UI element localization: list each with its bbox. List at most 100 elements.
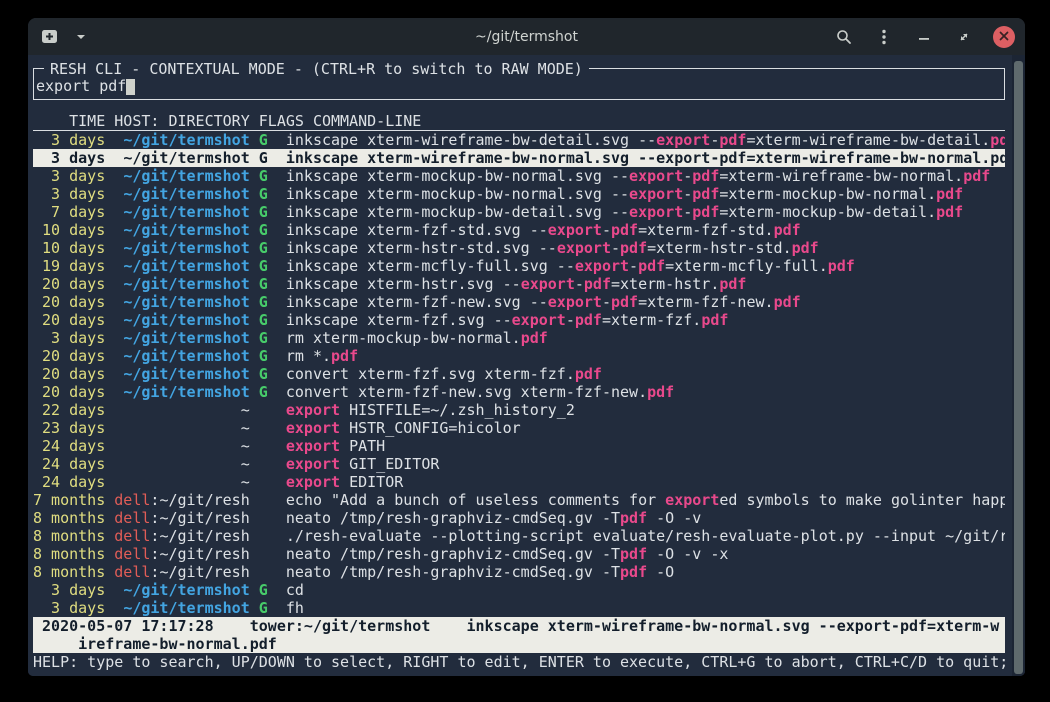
row-command-segment: HISTFILE=~/.zsh_history_2 — [340, 401, 575, 419]
row-directory: ~/git/termshot — [123, 347, 249, 365]
history-row[interactable]: 7 months dell:~/git/resh echo "Add a bun… — [33, 491, 1005, 509]
row-time: 7 days — [33, 203, 105, 221]
row-command-segment: export — [548, 293, 602, 311]
history-row[interactable]: 8 months dell:~/git/resh neato /tmp/resh… — [33, 545, 1005, 563]
history-row[interactable]: 3 days ~/git/termshot G inkscape xterm-w… — [33, 131, 1005, 149]
scrollbar-thumb[interactable] — [1014, 61, 1023, 674]
search-panel-title: RESH CLI - CONTEXTUAL MODE - (CTRL+R to … — [44, 60, 589, 78]
history-row[interactable]: 8 months dell:~/git/resh neato /tmp/resh… — [33, 563, 1005, 581]
table-header: TIME HOST: DIRECTORY FLAGS COMMAND-LINE — [33, 112, 1005, 131]
terminal-screen[interactable]: RESH CLI - CONTEXTUAL MODE - (CTRL+R to … — [28, 55, 1025, 676]
row-command-segment: HSTR_CONFIG=hicolor — [340, 419, 521, 437]
text-cursor — [126, 79, 135, 95]
row-command-segment: - — [710, 149, 719, 167]
row-command-segment: pdf — [936, 203, 963, 221]
row-time: 10 days — [33, 221, 105, 239]
restore-button[interactable] — [953, 26, 975, 48]
status-bar: 2020-05-07 17:17:28 tower:~/git/termshot… — [33, 617, 1005, 653]
titlebar[interactable]: ~/git/termshot — [28, 18, 1025, 55]
row-command-segment: inkscape xterm-wireframe-bw-normal.svg -… — [286, 149, 656, 167]
row-directory: ~/git/resh — [159, 545, 249, 563]
history-row[interactable]: 20 days ~/git/termshot G convert xterm-f… — [33, 365, 1005, 383]
row-command-segment: - — [602, 293, 611, 311]
row-directory: ~/git/resh — [159, 563, 249, 581]
row-command-segment: pdf — [620, 509, 647, 527]
history-row[interactable]: 20 days ~/git/termshot G convert xterm-f… — [33, 383, 1005, 401]
history-row[interactable]: 22 days ~ export HISTFILE=~/.zsh_history… — [33, 401, 1005, 419]
history-row[interactable]: 10 days ~/git/termshot G inkscape xterm-… — [33, 239, 1005, 257]
row-command-segment: pdf — [719, 149, 746, 167]
scrollbar[interactable] — [1012, 55, 1025, 676]
row-flags: G — [259, 131, 268, 149]
row-flags: G — [259, 239, 268, 257]
history-row[interactable]: 24 days ~ export PATH — [33, 437, 1005, 455]
new-tab-button[interactable] — [38, 26, 60, 48]
minimize-icon — [918, 31, 930, 43]
row-directory: ~/git/resh — [159, 527, 249, 545]
row-command-segment: - — [683, 203, 692, 221]
row-time: 3 days — [33, 131, 105, 149]
row-command-segment: pdf — [963, 167, 990, 185]
row-command-segment: -O -v — [647, 509, 701, 527]
history-row[interactable]: 24 days ~ export EDITOR — [33, 473, 1005, 491]
history-row[interactable]: 3 days ~/git/termshot G cd — [33, 581, 1005, 599]
row-flags: G — [259, 167, 268, 185]
history-row[interactable]: 3 days ~/git/termshot G inkscape xterm-w… — [33, 149, 1005, 167]
row-command-segment: rm *. — [286, 347, 331, 365]
history-row[interactable]: 7 days ~/git/termshot G inkscape xterm-m… — [33, 203, 1005, 221]
history-row[interactable]: 8 months dell:~/git/resh neato /tmp/resh… — [33, 509, 1005, 527]
row-time: 8 months — [33, 509, 105, 527]
row-command-segment: export — [629, 185, 683, 203]
row-host: dell — [114, 545, 150, 563]
row-command-segment: =xterm-fzf-std. — [638, 221, 773, 239]
close-button[interactable] — [993, 26, 1015, 48]
row-command-segment: =xterm-fzf-new. — [638, 293, 773, 311]
tab-menu-button[interactable] — [70, 26, 92, 48]
history-row[interactable]: 20 days ~/git/termshot G inkscape xterm-… — [33, 311, 1005, 329]
row-command-segment: =xterm-hstr-std. — [647, 239, 792, 257]
history-row[interactable]: 8 months dell:~/git/resh ./resh-evaluate… — [33, 527, 1005, 545]
row-command-segment: pdf — [638, 257, 665, 275]
history-row[interactable]: 3 days ~/git/termshot G fh — [33, 599, 1005, 617]
row-command-segment: -O -v -x — [647, 545, 728, 563]
minimize-button[interactable] — [913, 26, 935, 48]
row-directory: ~/git/termshot — [123, 167, 249, 185]
history-row[interactable]: 3 days ~/git/termshot G rm xterm-mockup-… — [33, 329, 1005, 347]
search-icon — [836, 29, 852, 45]
history-row[interactable]: 20 days ~/git/termshot G rm *.pdf — [33, 347, 1005, 365]
row-directory: ~/git/termshot — [123, 581, 249, 599]
help-bar: HELP: type to search, UP/DOWN to select,… — [33, 653, 1005, 671]
row-directory: ~ — [241, 401, 250, 419]
row-flags: G — [259, 581, 268, 599]
row-command-segment: pdf — [792, 239, 819, 257]
history-row[interactable]: 19 days ~/git/termshot G inkscape xterm-… — [33, 257, 1005, 275]
row-command-segment: - — [602, 221, 611, 239]
row-flags: G — [259, 185, 268, 203]
row-command-segment: pdf — [774, 293, 801, 311]
history-row[interactable]: 3 days ~/git/termshot G inkscape xterm-m… — [33, 185, 1005, 203]
search-button[interactable] — [833, 26, 855, 48]
history-row[interactable]: 20 days ~/git/termshot G inkscape xterm-… — [33, 293, 1005, 311]
row-time: 8 months — [33, 563, 105, 581]
row-command-segment: pdf — [692, 185, 719, 203]
row-directory: ~/git/termshot — [123, 311, 249, 329]
row-command-segment: pdf — [692, 167, 719, 185]
row-directory: ~/git/termshot — [123, 257, 249, 275]
row-command-segment: pdf — [692, 203, 719, 221]
status-line-2: ireframe-bw-normal.pdf — [33, 635, 1005, 653]
history-row[interactable]: 23 days ~ export HSTR_CONFIG=hicolor — [33, 419, 1005, 437]
history-row[interactable]: 24 days ~ export GIT_EDITOR — [33, 455, 1005, 473]
row-directory: ~/git/termshot — [123, 383, 249, 401]
row-command-segment: inkscape xterm-mockup-bw-detail.svg -- — [286, 203, 629, 221]
chevron-down-icon — [75, 33, 87, 41]
row-command-segment: pdf — [647, 383, 674, 401]
history-row[interactable]: 20 days ~/git/termshot G inkscape xterm-… — [33, 275, 1005, 293]
history-table-body: 3 days ~/git/termshot G inkscape xterm-w… — [33, 131, 1005, 617]
history-row[interactable]: 10 days ~/git/termshot G inkscape xterm-… — [33, 221, 1005, 239]
search-query: export pdf — [36, 77, 126, 95]
row-host: dell — [114, 563, 150, 581]
row-command-segment: pdf — [575, 311, 602, 329]
history-row[interactable]: 3 days ~/git/termshot G inkscape xterm-m… — [33, 167, 1005, 185]
row-command-segment: inkscape xterm-fzf-std.svg -- — [286, 221, 548, 239]
menu-button[interactable] — [873, 26, 895, 48]
